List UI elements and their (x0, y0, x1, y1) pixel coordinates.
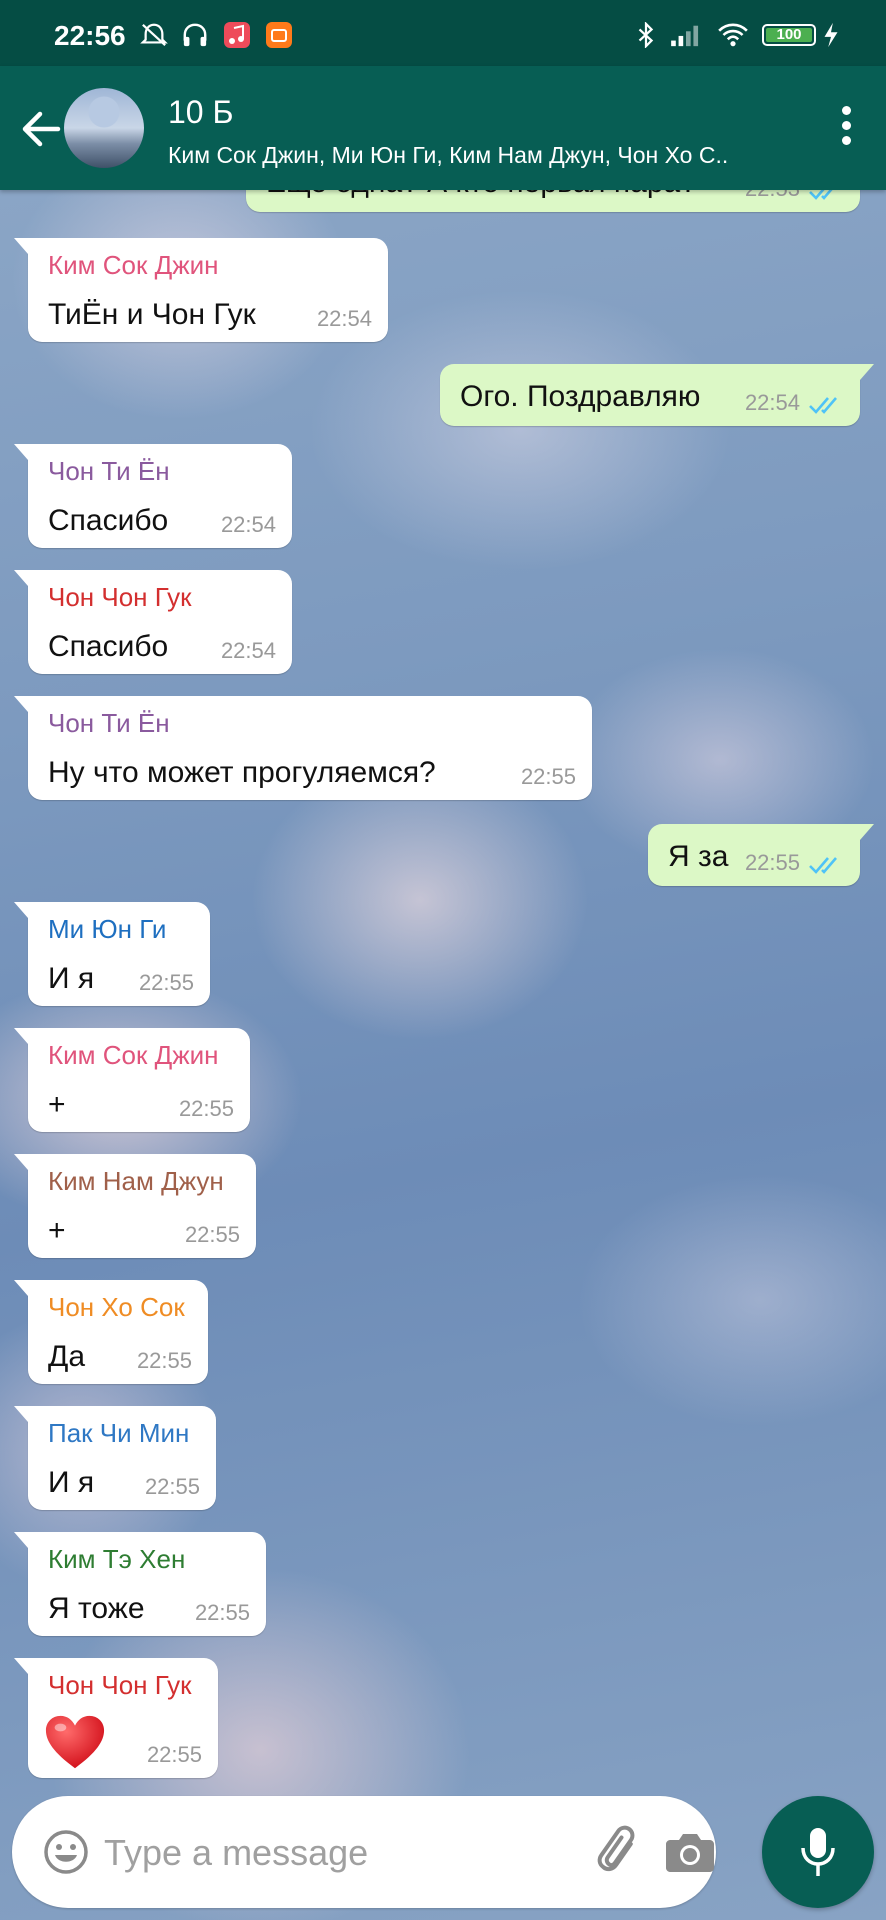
message-sender: Пак Чи Мин (48, 1418, 190, 1448)
wifi-icon (718, 23, 748, 47)
message-bubble-incoming[interactable]: Чон Ти Ён Спасибо 22:54 (14, 444, 292, 548)
mi-app-icon (266, 22, 292, 48)
message-bubble-outgoing[interactable]: Ого. Поздравляю 22:54 (440, 364, 874, 426)
bluetooth-icon (638, 22, 654, 48)
more-vert-icon[interactable] (826, 106, 866, 152)
message-time: 22:55 (144, 1474, 200, 1499)
message-time: 22:54 (316, 306, 372, 331)
status-bar: 22:56 100 (0, 0, 886, 66)
paperclip-icon[interactable] (592, 1824, 648, 1880)
message-bubble-incoming[interactable]: Ким Сок Джин ТиЁн и Чон Гук 22:54 (14, 238, 388, 342)
message-sender: Чон Ти Ён (48, 456, 170, 486)
headphones-icon (183, 23, 207, 47)
message-time: 22:55 (184, 1222, 240, 1247)
emoji-icon[interactable] (42, 1828, 90, 1876)
message-time: 22:54 (220, 512, 276, 537)
message-text: ТиЁн и Чон Гук (48, 298, 256, 331)
chat-title[interactable]: 10 Б (168, 94, 233, 131)
group-avatar[interactable] (64, 88, 144, 168)
chat-header: 10 Б Ким Сок Джин, Ми Юн Ги, Ким Нам Джу… (0, 66, 886, 190)
dnd-off-icon (140, 23, 168, 47)
message-bubble-incoming[interactable]: Чон Чон Гук Спасибо 22:54 (14, 570, 292, 674)
charging-icon (824, 22, 838, 48)
message-sender: Ми Юн Ги (48, 914, 167, 944)
message-time: 22:55 (194, 1600, 250, 1625)
message-time: 22:55 (136, 1348, 192, 1373)
message-sender: Чон Чон Гук (48, 582, 192, 612)
message-sender: Чон Хо Сок (48, 1292, 185, 1322)
message-text: Да (48, 1340, 86, 1373)
message-bubble-incoming[interactable]: Ким Нам Джун + 22:55 (14, 1154, 256, 1258)
message-bubble-incoming[interactable]: Ми Юн Ги И я 22:55 (14, 902, 210, 1006)
message-text: Ну что может прогуляемся? (48, 756, 436, 789)
arrow-left-icon[interactable] (16, 104, 66, 154)
message-sender: Чон Чон Гук (48, 1670, 192, 1700)
message-sender: Ким Сок Джин (48, 1040, 219, 1070)
message-time: 22:55 (178, 1096, 234, 1121)
message-bubble-outgoing[interactable]: Я за 22:55 (648, 824, 874, 886)
camera-icon[interactable] (664, 1826, 716, 1878)
message-text: Я за (668, 840, 729, 873)
message-time: 22:55 (146, 1742, 202, 1767)
message-bubble-incoming[interactable]: Чон Ти Ён Ну что может прогуляемся? 22:5… (14, 696, 592, 800)
message-input[interactable] (102, 1822, 586, 1884)
message-time: 22:55 (138, 970, 194, 995)
message-bubble-incoming[interactable]: Ким Сок Джин + 22:55 (14, 1028, 250, 1132)
battery-icon: 100 (762, 24, 816, 46)
mic-button[interactable] (762, 1796, 874, 1908)
read-ticks-icon (809, 857, 837, 874)
message-text: Спасибо (48, 504, 169, 537)
message-text: И я (48, 1466, 95, 1499)
chat-participants[interactable]: Ким Сок Джин, Ми Юн Ги, Ким Нам Джун, Чо… (168, 142, 768, 169)
message-text: И я (48, 962, 95, 995)
message-time: 22:55 (520, 764, 576, 789)
message-time: 22:54 (220, 638, 276, 663)
battery-level: 100 (766, 27, 812, 42)
read-ticks-icon (809, 397, 837, 414)
message-list[interactable]: Еще одна? А кто первая пара? 22:53 Ким С… (0, 150, 886, 1790)
music-app-icon (224, 22, 250, 48)
signal-icon (671, 25, 699, 47)
message-sender: Чон Ти Ён (48, 708, 170, 738)
status-time: 22:56 (54, 20, 126, 51)
message-bubble-incoming[interactable]: Ким Тэ Хен Я тоже 22:55 (14, 1532, 266, 1636)
message-text: Спасибо (48, 630, 169, 663)
message-text: + (48, 1088, 66, 1121)
message-text: Я тоже (48, 1592, 145, 1625)
mic-icon (801, 1828, 835, 1876)
message-text: + (48, 1214, 66, 1247)
message-bubble-incoming[interactable]: Чон Чон Гук 22:55 (14, 1658, 218, 1778)
message-text: Ого. Поздравляю (460, 380, 701, 413)
message-time: 22:55 (744, 850, 800, 875)
message-sender: Ким Нам Джун (48, 1166, 224, 1196)
message-bubble-incoming[interactable]: Пак Чи Мин И я 22:55 (14, 1406, 216, 1510)
message-bubble-incoming[interactable]: Чон Хо Сок Да 22:55 (14, 1280, 208, 1384)
heart-emoji (45, 1715, 105, 1769)
message-sender: Ким Сок Джин (48, 250, 219, 280)
message-time: 22:54 (744, 390, 800, 415)
message-sender: Ким Тэ Хен (48, 1544, 186, 1574)
message-composer (12, 1796, 716, 1908)
